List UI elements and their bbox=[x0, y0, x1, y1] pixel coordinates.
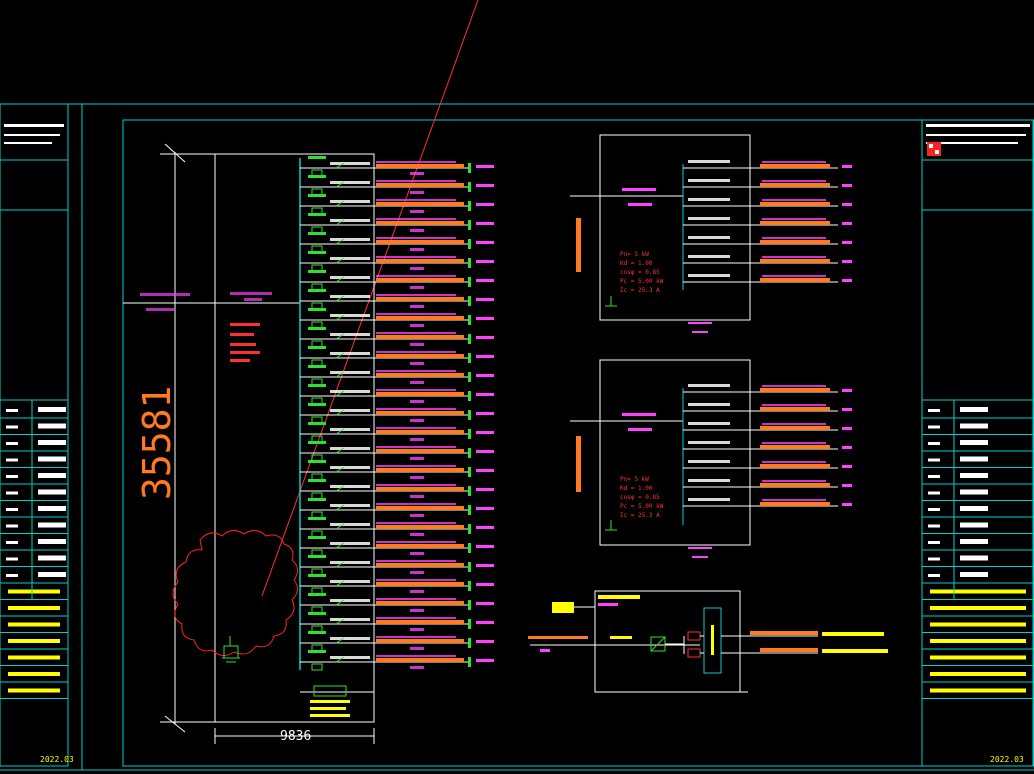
sub-panel-1-feeders bbox=[683, 160, 852, 283]
feeder-row bbox=[300, 213, 494, 234]
sub-feeder-row bbox=[683, 460, 852, 469]
feeder-row bbox=[300, 384, 494, 405]
sub-panel-1-params: Pn= 5 kW Kd = 1.00 cosφ = 0.85 Pc = 5.00… bbox=[620, 251, 664, 294]
feeder-row bbox=[300, 631, 494, 652]
feeder-row bbox=[300, 156, 494, 177]
feeder-row bbox=[300, 289, 494, 310]
sub-feeder-row bbox=[683, 498, 852, 507]
svg-text:Pn= 5 kW: Pn= 5 kW bbox=[620, 251, 649, 258]
sub-feeder-row bbox=[683, 274, 852, 283]
feeder-row bbox=[300, 574, 494, 595]
sub-panel-2 bbox=[570, 359, 751, 558]
svg-text:Kd = 1.00: Kd = 1.00 bbox=[620, 485, 653, 492]
feeder-row bbox=[300, 346, 494, 367]
sub-feeder-row bbox=[683, 160, 852, 169]
sub-feeder-row bbox=[683, 179, 852, 188]
feeder-row bbox=[300, 194, 494, 215]
feeder-row bbox=[300, 175, 494, 196]
feeder-row bbox=[300, 498, 494, 519]
svg-text:Pc = 5.00 kW: Pc = 5.00 kW bbox=[620, 278, 664, 285]
feeder-row bbox=[300, 441, 494, 462]
feeder-row bbox=[300, 536, 494, 557]
svg-text:Ic = 25.3 A: Ic = 25.3 A bbox=[620, 287, 660, 294]
feeder-row bbox=[300, 479, 494, 500]
sub-panel-2-feeders bbox=[683, 384, 852, 507]
right-tb-date: 2022.03 bbox=[990, 755, 1024, 764]
sub-feeder-row bbox=[683, 384, 852, 393]
sub-feeder-row bbox=[683, 217, 852, 226]
dim-vertical-text: 35581 bbox=[135, 386, 179, 500]
feeder-row bbox=[300, 403, 494, 424]
sub-panel-2-params: Pn= 5 kW Kd = 1.00 cosφ = 0.85 Pc = 5.00… bbox=[620, 476, 664, 519]
feeder-row bbox=[300, 422, 494, 443]
svg-text:Pn= 5 kW: Pn= 5 kW bbox=[620, 476, 649, 483]
sub-feeder-row bbox=[683, 236, 852, 245]
feeder-row bbox=[300, 555, 494, 576]
sub-feeder-row bbox=[683, 479, 852, 488]
feeder-row bbox=[300, 460, 494, 481]
feeder-row bbox=[300, 612, 494, 633]
sub-feeder-row bbox=[683, 422, 852, 431]
feeder-row bbox=[300, 517, 494, 538]
svg-text:cosφ = 0.85: cosφ = 0.85 bbox=[620, 269, 660, 276]
svg-text:Pc = 5.00 kW: Pc = 5.00 kW bbox=[620, 503, 664, 510]
svg-text:Kd = 1.00: Kd = 1.00 bbox=[620, 260, 653, 267]
main-feeders bbox=[300, 156, 494, 717]
earth-symbol bbox=[222, 636, 240, 663]
right-title-logo bbox=[927, 142, 941, 156]
left-tb-date: 2022.03 bbox=[40, 755, 74, 764]
feeder-row bbox=[300, 365, 494, 386]
control-box bbox=[528, 590, 888, 693]
feeder-row bbox=[300, 650, 494, 671]
dim-horizontal-text: 9836 bbox=[280, 729, 311, 744]
sub-feeder-row bbox=[683, 403, 852, 412]
feeder-row bbox=[300, 251, 494, 272]
cad-drawing: 35581 9836 Pn= 5 kW Kd = 1.00 cosφ = 0.8… bbox=[0, 0, 1034, 771]
feeder-row bbox=[300, 270, 494, 291]
main-panel-params bbox=[230, 323, 260, 362]
feeder-row bbox=[300, 327, 494, 348]
sub-feeder-row bbox=[683, 198, 852, 207]
feeder-row bbox=[300, 593, 494, 614]
feeder-row bbox=[300, 232, 494, 253]
spare-feeder bbox=[300, 685, 374, 717]
sub-feeder-row bbox=[683, 441, 852, 450]
sub-feeder-row bbox=[683, 255, 852, 264]
svg-text:Ic = 25.3 A: Ic = 25.3 A bbox=[620, 512, 660, 519]
feeder-row bbox=[300, 308, 494, 329]
svg-text:cosφ = 0.85: cosφ = 0.85 bbox=[620, 494, 660, 501]
sub-panel-1 bbox=[570, 134, 751, 333]
